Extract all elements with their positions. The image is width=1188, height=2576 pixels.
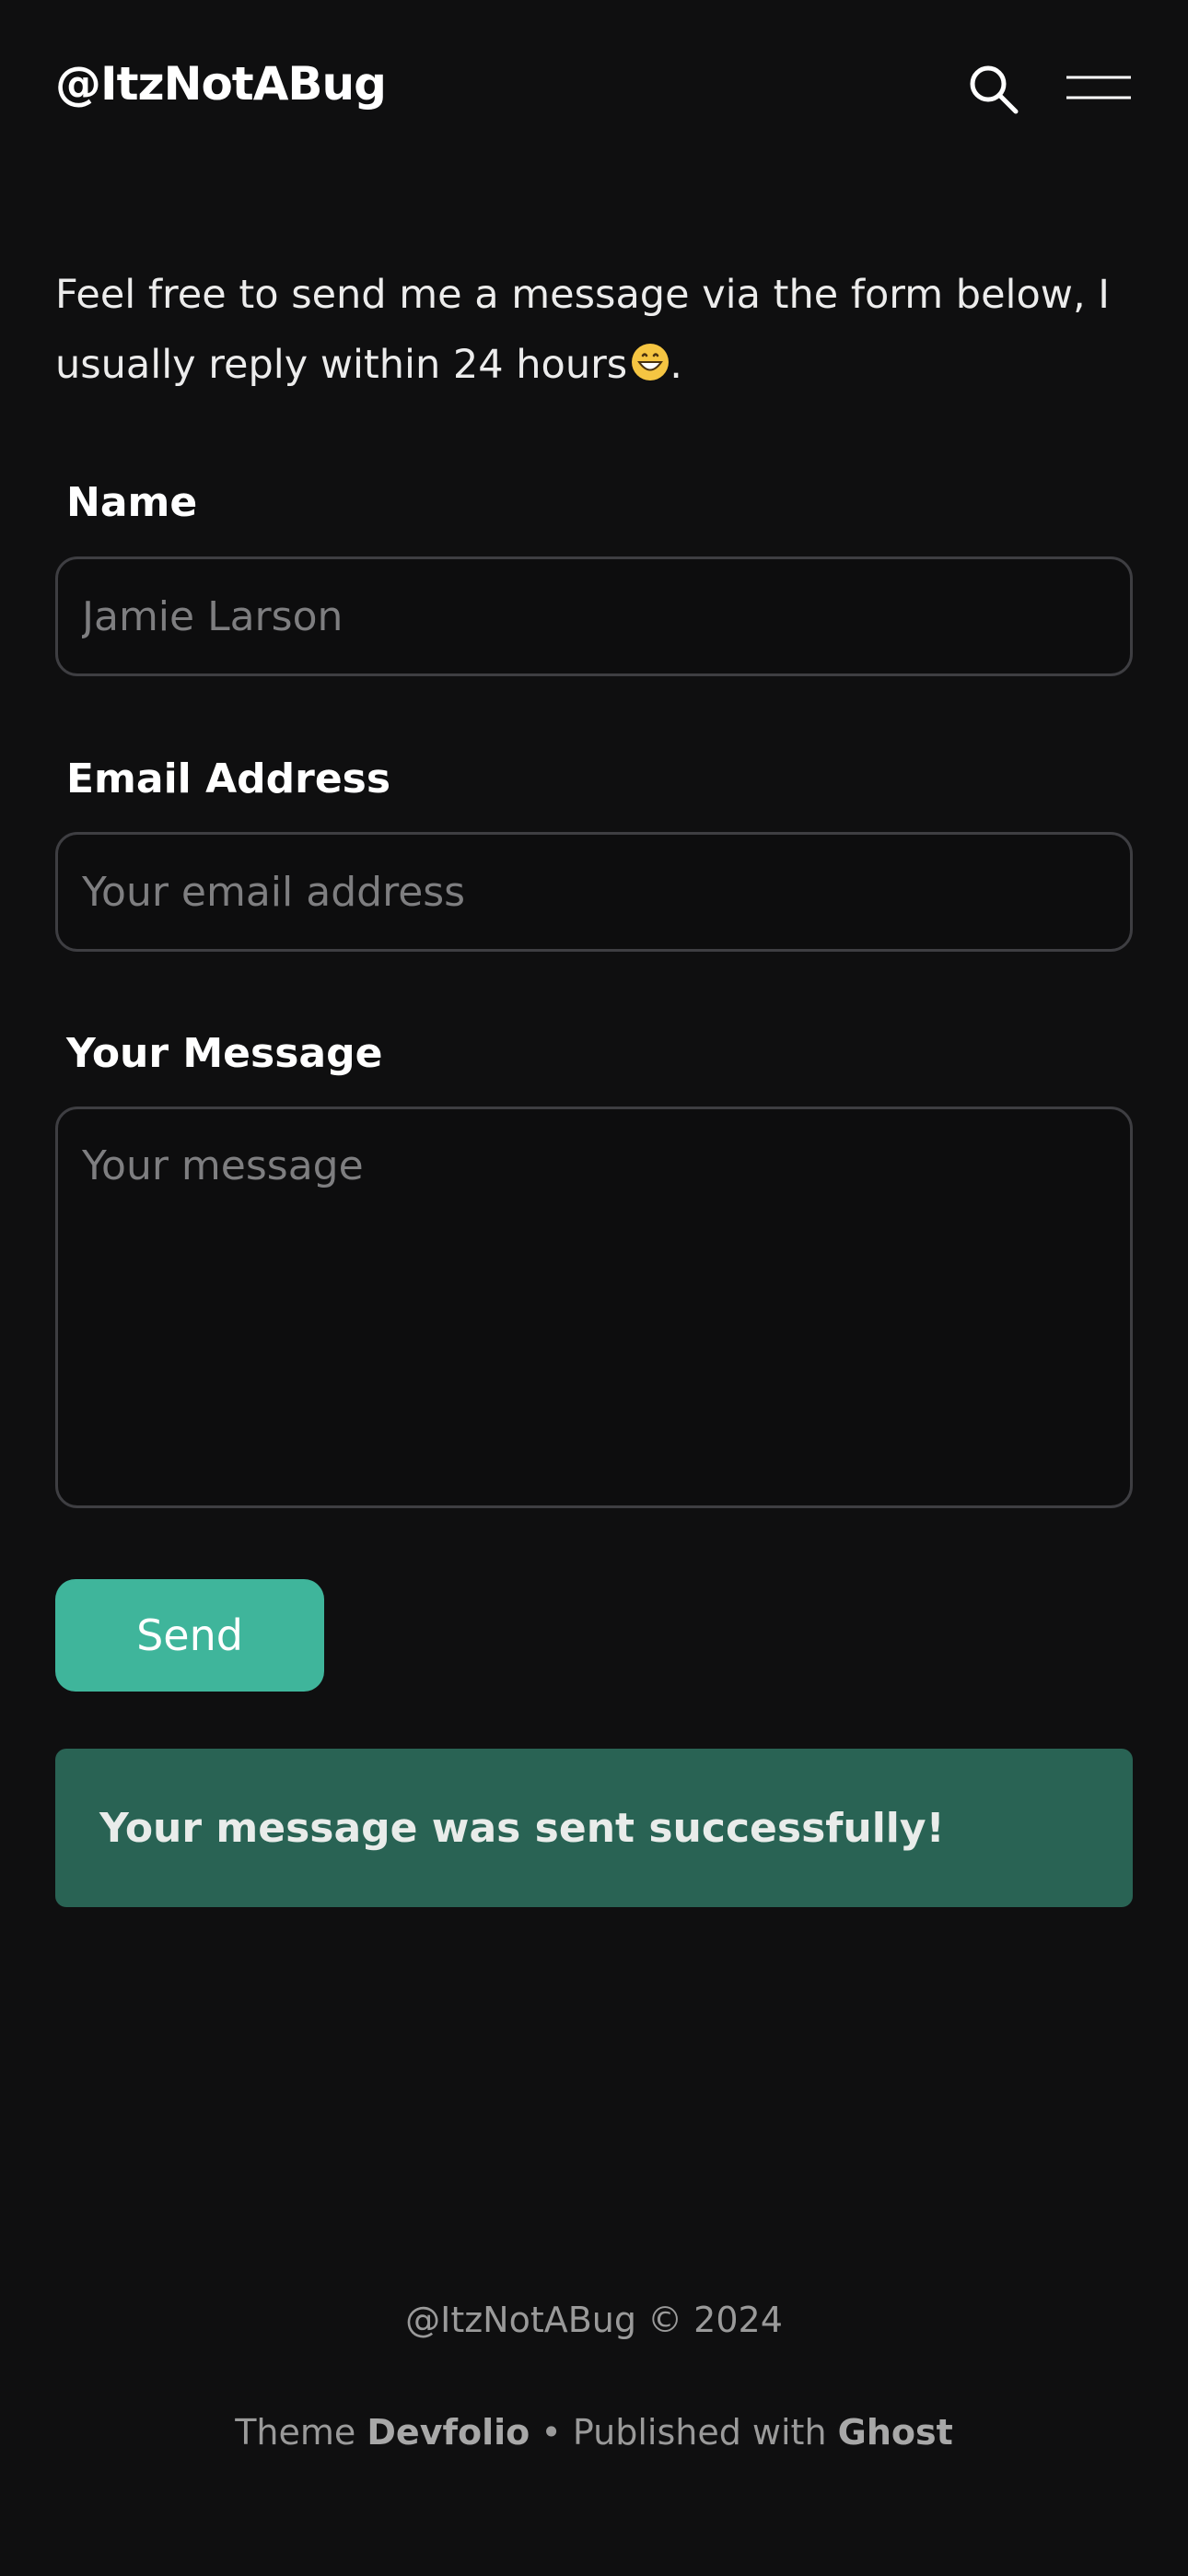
intro-message: Feel free to send me a message via the f…: [55, 272, 1110, 388]
site-title-link[interactable]: @ItzNotABug: [55, 57, 387, 111]
message-label: Your Message: [66, 1030, 383, 1077]
success-message: Your message was sent successfully!: [55, 1749, 1133, 1907]
footer-copyright: @ItzNotABug © 2024: [405, 2300, 783, 2340]
message-textarea[interactable]: [55, 1107, 1133, 1508]
grinning-face-emoji-icon: [632, 344, 670, 381]
email-label: Email Address: [66, 755, 391, 802]
hamburger-menu-icon: [1066, 76, 1131, 100]
menu-button[interactable]: [1061, 66, 1135, 112]
theme-prefix: Theme: [235, 2412, 356, 2453]
theme-link[interactable]: Devfolio: [367, 2412, 530, 2453]
site-header: @ItzNotABug: [0, 0, 1188, 184]
published-prefix: Published with: [572, 2412, 827, 2453]
intro-text: Feel free to send me a message via the f…: [55, 260, 1133, 400]
search-icon: [970, 65, 1019, 114]
name-label: Name: [66, 479, 198, 526]
name-input[interactable]: [55, 556, 1133, 676]
footer-credit: Theme Devfolio • Published with Ghost: [0, 2412, 1188, 2453]
email-input[interactable]: [55, 832, 1133, 952]
success-text: Your message was sent successfully!: [99, 1804, 945, 1852]
send-button[interactable]: Send: [55, 1579, 324, 1692]
intro-suffix: .: [670, 342, 682, 388]
search-button[interactable]: [965, 61, 1022, 118]
footer-separator: •: [541, 2412, 562, 2453]
ghost-link[interactable]: Ghost: [838, 2412, 953, 2453]
